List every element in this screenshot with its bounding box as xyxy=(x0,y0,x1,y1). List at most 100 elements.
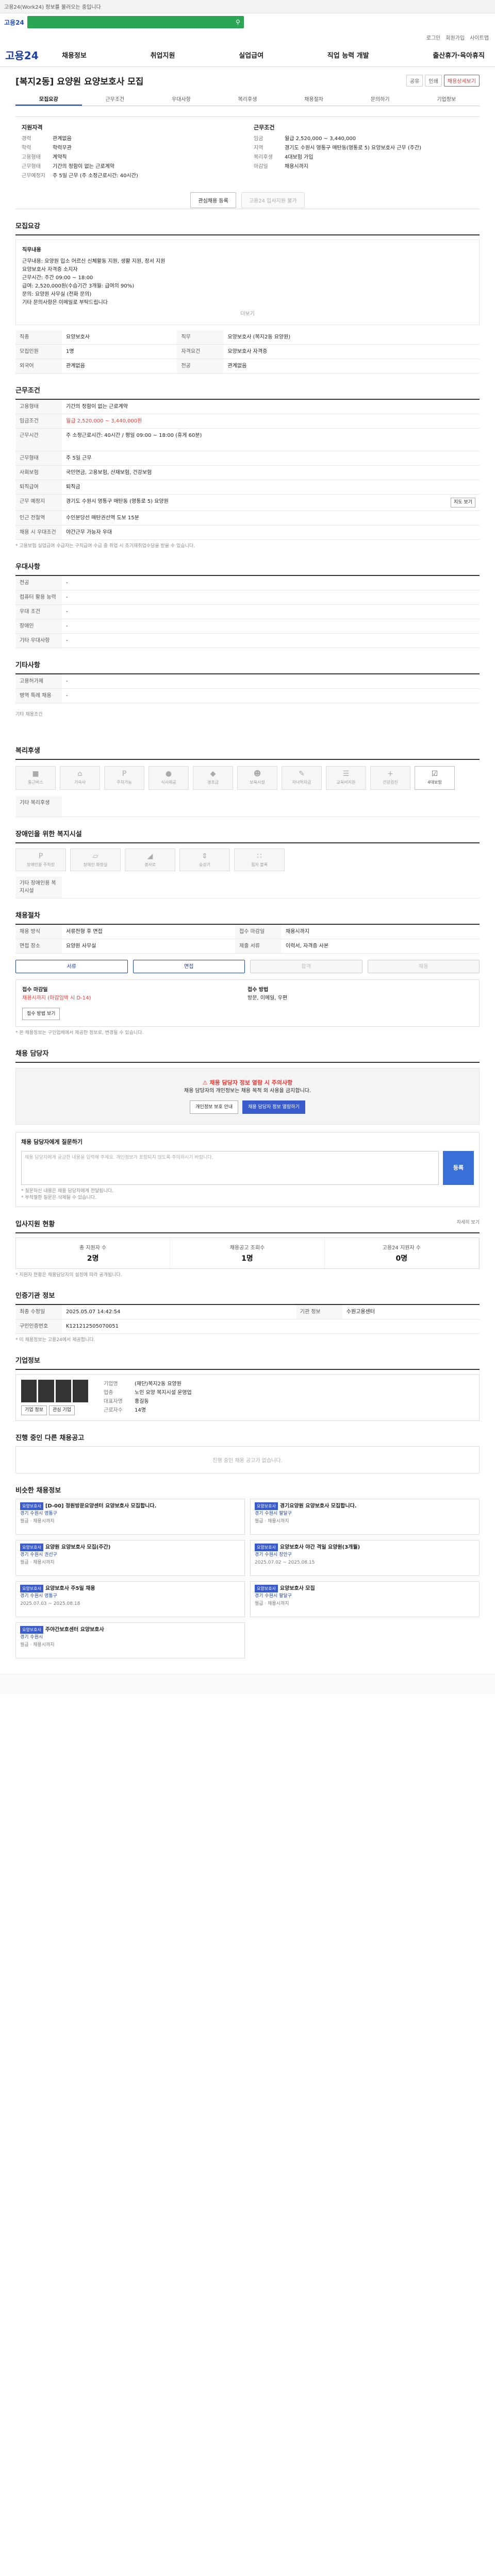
job-card[interactable]: 요양보호사 요양원 요양보호사 모집(주간) 경기 수원시 권선구 월급 · 채용시까… xyxy=(15,1539,245,1576)
table-row: 외국어 관계없음 전공 관계없음 xyxy=(15,359,480,374)
disabled-etc-table: 기타 장애인용 복지시설 xyxy=(15,876,480,899)
table-row: 컴퓨터 활용 능력 - xyxy=(15,590,480,605)
job-title[interactable]: 요양보호사 모집 xyxy=(280,1586,315,1591)
view-contact-button[interactable]: 채용 담당자 정보 열람하기 xyxy=(242,1100,305,1114)
company-heading: 기업정보 xyxy=(15,1357,40,1365)
apply-box: 접수 마감일 채용시까지 (마감임박 시 D-14) 접수 방법 보기 접수 방… xyxy=(15,979,480,1027)
company-key: 업종 xyxy=(104,1389,113,1396)
tab-recruit[interactable]: 모집요강 xyxy=(15,94,82,106)
prefer-table: 전공 - 컴퓨터 활용 능력 - 우대 조건 - 장애인 - 기타 우대사항 - xyxy=(15,576,480,648)
table-value xyxy=(62,876,480,899)
gnb-item-benefit[interactable]: 실업급여 xyxy=(239,50,263,60)
summary-key: 학력 xyxy=(22,145,31,151)
sitemap-link[interactable]: 사이트맵 xyxy=(470,33,489,41)
job-title[interactable]: 요양보호사 주5일 채용 xyxy=(45,1586,95,1591)
welfare-item: ⌂ 기숙사 xyxy=(60,766,100,790)
company-photo[interactable] xyxy=(55,1379,71,1402)
summary-value: 학력무관 xyxy=(53,145,72,151)
job-card[interactable]: 요양보호사 경기요양원 요양보호사 모집합니다. 경기 수원시 팔달구 월급 · 채용… xyxy=(250,1498,480,1535)
table-value: - xyxy=(62,688,480,703)
question-submit-button[interactable]: 등록 xyxy=(443,1150,474,1185)
company-follow-button[interactable]: 관심 기업 xyxy=(48,1405,75,1415)
job-card[interactable]: 요양보호사 요양보호사 주5일 채용 경기 수원시 영통구 2025.07.03 ~ … xyxy=(15,1581,245,1617)
table-key: 퇴직급여 xyxy=(15,480,62,495)
table-key: 최종 수정일 xyxy=(15,1304,62,1319)
job-location: 경기 수원시 권선구 xyxy=(20,1552,57,1557)
signup-link[interactable]: 회원가입 xyxy=(446,33,465,41)
job-meta: 월급 · 채용시까지 xyxy=(255,1518,289,1524)
gnb-item-leave[interactable]: 출산휴가·육아휴직 xyxy=(433,50,485,60)
page-footer xyxy=(0,1673,495,1694)
facility-label: 장애인용 주차장 xyxy=(26,862,55,867)
recommend-section: 비슷한 채용정보 요양보호사 [D-00] 정원방문요양센터 요양보호사 모집합니… xyxy=(15,1485,480,1658)
etc-section: 기타사항 고용허가제 - 병역 특례 채용 - 기타 채용조건 xyxy=(15,659,480,734)
search-input[interactable]: ⚲ xyxy=(27,16,244,28)
tab-contact[interactable]: 문의하기 xyxy=(347,94,414,106)
company-photo[interactable] xyxy=(38,1379,54,1402)
job-title[interactable]: 경기요양원 요양보호사 모집합니다. xyxy=(280,1503,357,1509)
summary-key: 경력 xyxy=(22,136,31,142)
stat-value: 1명 xyxy=(241,1254,253,1263)
interest-button[interactable]: 관심채용 등록 xyxy=(190,192,236,208)
job-location: 경기 수원시 팔달구 xyxy=(255,1593,292,1599)
privacy-guide-button[interactable]: 개인정보 보호 안내 xyxy=(190,1100,239,1114)
status-more-link[interactable]: 자세히 보기 xyxy=(457,1218,480,1225)
apply-method-button[interactable]: 접수 방법 보기 xyxy=(22,1007,60,1020)
company-photo[interactable] xyxy=(21,1379,37,1402)
table-value: - xyxy=(62,590,480,605)
job-card[interactable]: 요양보호사 요양보호사 야간 격일 요양원(3개월) 경기 수원시 장안구 2025.… xyxy=(250,1539,480,1576)
summary-value: 채용시까지 xyxy=(285,164,308,170)
prefer-section: 우대사항 전공 - 컴퓨터 활용 능력 - 우대 조건 - 장애인 - 기타 우대사항 - xyxy=(15,561,480,648)
welfare-item: ☰ 교육비지원 xyxy=(326,766,366,790)
stat-label: 총 지원자 수 xyxy=(79,1245,107,1251)
share-button[interactable]: 공유 xyxy=(406,74,423,87)
disabled-section: 장애인을 위한 복지시설 P 장애인용 주차장 ▱ 장애인 화장실 ◢ 경사로 ⇕ 승강… xyxy=(15,828,480,899)
tab-work[interactable]: 근무조건 xyxy=(82,94,148,106)
detail-button[interactable]: 채용상세보기 xyxy=(443,74,480,87)
tab-prefer[interactable]: 우대사항 xyxy=(148,94,214,106)
job-card[interactable]: 요양보호사 주야간보호센터 요양보호사 경기 수원시 월급 · 채용시까지 xyxy=(15,1622,245,1658)
apply-note: * 본 채용정보는 구인업체에서 제공한 정보로, 변경될 수 있습니다. xyxy=(15,1030,144,1036)
education-icon: ☰ xyxy=(342,770,350,778)
gnb-item-jobs[interactable]: 채용정보 xyxy=(62,50,87,60)
job-title[interactable]: [D-00] 정원방문요양센터 요양보호사 모집합니다. xyxy=(45,1503,157,1509)
table-key: 기타 우대사항 xyxy=(15,633,62,648)
procedure-steps: 서류 면접 합격 채용 xyxy=(15,954,480,979)
brand-logo[interactable]: 고용24 xyxy=(5,47,62,62)
company-photo[interactable] xyxy=(72,1379,88,1402)
tab-procedure[interactable]: 채용절차 xyxy=(280,94,347,106)
map-button[interactable]: 지도 보기 xyxy=(451,498,475,507)
status-section: 입사지원 현황 자세히 보기 총 지원자 수 2명 채용공고 조회수 1명 고용24 … xyxy=(15,1218,480,1279)
job-title[interactable]: 요양보호사 야간 격일 요양원(3개월) xyxy=(280,1545,360,1550)
etc-table: 고용허가제 - 병역 특례 채용 - xyxy=(15,674,480,703)
search-icon[interactable]: ⚲ xyxy=(236,19,240,26)
contact-panel: ⚠ 채용 담당자 정보 열람 시 주의사항 채용 담당자의 개인정보는 채용 목… xyxy=(15,1061,480,1125)
small-logo[interactable]: 고용24 xyxy=(4,18,24,27)
print-button[interactable]: 인쇄 xyxy=(425,74,442,87)
table-key: 면접 장소 xyxy=(15,939,62,954)
title-actions: 공유 인쇄 채용상세보기 xyxy=(406,74,480,87)
company-info-button[interactable]: 기업 정보 xyxy=(21,1405,47,1415)
more-button[interactable]: 더보기 xyxy=(22,310,473,318)
recruit-panel: 직무내용 근무내용: 요양원 입소 어르신 신체활동 지원, 생활 지원, 정서… xyxy=(15,234,480,374)
apply-heading: 채용절차 xyxy=(15,911,40,920)
job-meta: 월급 · 채용시까지 xyxy=(20,1518,55,1524)
table-value: 요양보호사 (복지2동 요양원) xyxy=(223,330,480,345)
job-card[interactable]: 요양보호사 요양보호사 모집 경기 수원시 팔달구 월급 · 채용시까지 xyxy=(250,1581,480,1617)
question-textarea[interactable]: 채용 담당자에게 궁금한 내용을 입력해 주세요. 개인정보가 포함되지 않도록… xyxy=(21,1150,439,1185)
summary-row: 지역 경기도 수원시 영통구 매탄동(영통로 5) 요양보호사 근무 (주간) xyxy=(254,144,473,153)
job-title[interactable]: 요양원 요양보호사 모집(주간) xyxy=(45,1545,111,1550)
question-note: * 질문하신 내용은 채용 담당자에게 전달됩니다. xyxy=(21,1188,113,1194)
job-title[interactable]: 주야간보호센터 요양보호사 xyxy=(45,1627,104,1633)
gnb-item-support[interactable]: 취업지원 xyxy=(151,50,175,60)
tab-company[interactable]: 기업정보 xyxy=(413,94,480,106)
table-value: 기간의 정함이 없는 근로계약 xyxy=(62,400,480,414)
table-row: 근무형태 주 5일 근무 xyxy=(15,451,480,466)
login-link[interactable]: 로그인 xyxy=(426,33,441,41)
section-tabs: 모집요강 근무조건 우대사항 복리후생 채용절차 문의하기 기업정보 xyxy=(15,94,480,106)
job-card[interactable]: 요양보호사 [D-00] 정원방문요양센터 요양보호사 모집합니다. 경기 수원시 … xyxy=(15,1498,245,1535)
tab-welfare[interactable]: 복리후생 xyxy=(214,94,281,106)
disabled-heading: 장애인을 위한 복지시설 xyxy=(15,830,82,838)
gnb-item-training[interactable]: 직업 능력 개발 xyxy=(327,50,369,60)
work-panel: 고용형태 기간의 정함이 없는 근로계약 임금조건 월급 2,520,000 ~ 3… xyxy=(15,399,480,550)
